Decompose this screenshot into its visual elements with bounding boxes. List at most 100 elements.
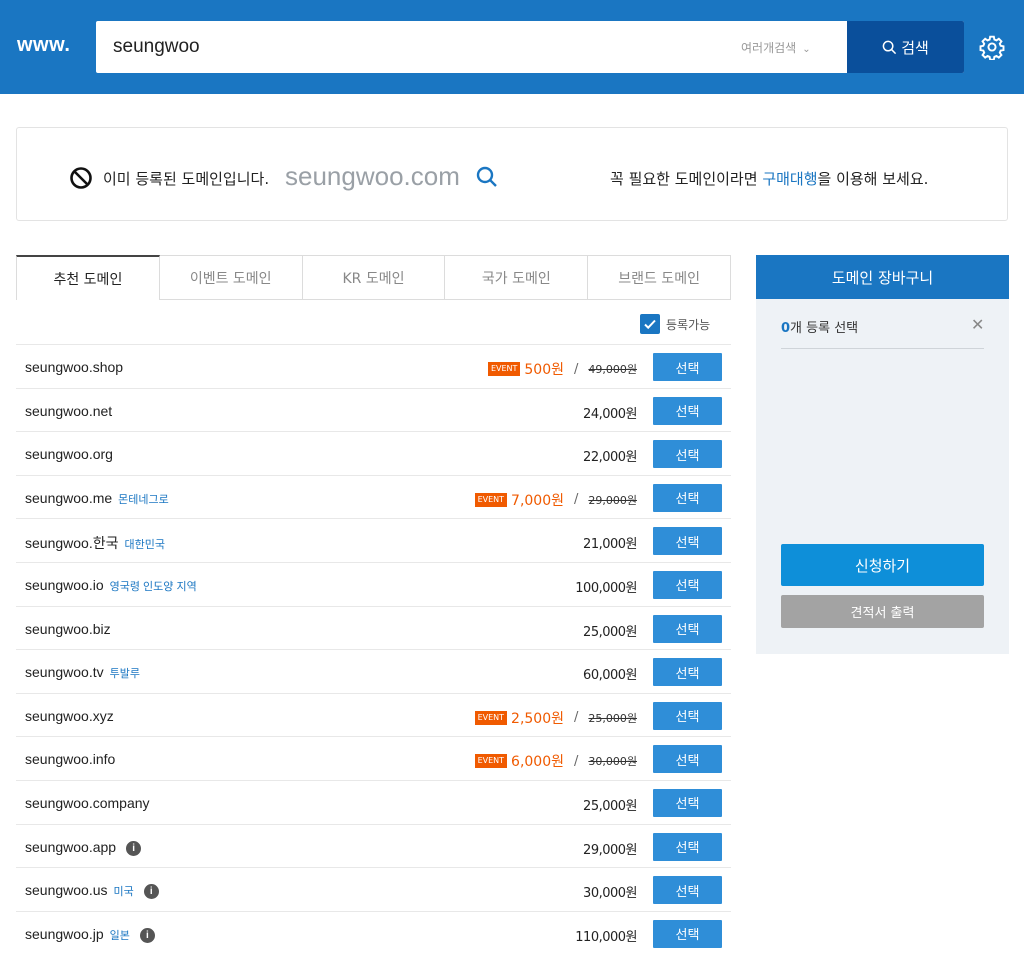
price-area: 24,000원 (583, 403, 637, 422)
domain-region: 미국 (113, 886, 134, 899)
domain-row: seungwoo.tv 투발루 60,000원 선택 (16, 649, 731, 693)
select-button[interactable]: 선택 (653, 788, 722, 817)
www-prefix: www. (17, 34, 71, 56)
check-icon (644, 319, 656, 330)
price-area: EVENT 500원 / 49,000원 (487, 359, 637, 379)
price: 60,000원 (583, 668, 637, 684)
multi-search-dropdown[interactable]: 여러개검색 ⌄ (741, 39, 811, 56)
domain-name-cell: seungwoo.xyz (25, 708, 114, 724)
domain-name-cell: seungwoo.org (25, 446, 113, 462)
domain-name: seungwoo.한국 (25, 535, 119, 552)
domain-name: seungwoo.me (25, 489, 113, 506)
cart-count-suffix: 개 등록 선택 (790, 321, 859, 336)
domain-name: seungwoo.xyz (25, 707, 114, 724)
price-area: 22,000원 (583, 446, 637, 465)
price-area: 100,000원 (575, 577, 637, 596)
event-badge: EVENT (487, 362, 521, 376)
select-button[interactable]: 선택 (653, 440, 722, 469)
multi-search-label: 여러개검색 (741, 41, 797, 55)
select-button[interactable]: 선택 (653, 527, 722, 556)
tab-recommended[interactable]: 추천 도메인 (16, 255, 160, 300)
info-icon[interactable]: i (139, 927, 155, 943)
close-icon[interactable]: ✕ (971, 315, 984, 334)
search-button[interactable]: 검색 (847, 21, 964, 73)
original-price: 29,000원 (588, 493, 637, 507)
domain-row: seungwoo.org 22,000원 선택 (16, 431, 731, 475)
price-area: 21,000원 (583, 533, 637, 552)
tab-event[interactable]: 이벤트 도메인 (159, 255, 303, 300)
domain-region: 투발루 (109, 668, 140, 681)
select-button[interactable]: 선택 (653, 658, 722, 687)
print-quote-button[interactable]: 견적서 출력 (781, 595, 984, 628)
price-area: 25,000원 (583, 621, 637, 640)
price-separator: / (574, 753, 579, 769)
price: 25,000원 (583, 624, 637, 640)
gear-icon[interactable] (979, 34, 1005, 60)
original-price: 49,000원 (588, 363, 637, 376)
domain-name: seungwoo.tv (25, 664, 104, 681)
domain-row: seungwoo.me 몬테네그로 EVENT 7,000원 / 29,000원 선택 (16, 474, 731, 519)
search-icon (882, 40, 897, 54)
cart-title: 도메인 장바구니 (756, 255, 1009, 299)
search-icon[interactable] (475, 165, 499, 189)
domain-row: seungwoo.info EVENT 6,000원 / 30,000원 선택 (16, 736, 731, 780)
domain-name-cell: seungwoo.us 미국 i (25, 882, 159, 900)
domain-name: seungwoo.biz (25, 620, 111, 637)
event-badge: EVENT (474, 492, 508, 507)
cart-divider (781, 348, 984, 349)
original-price: 30,000원 (588, 755, 637, 769)
domain-row: seungwoo.xyz EVENT 2,500원 / 25,000원 선택 (16, 692, 731, 737)
tab-kr[interactable]: KR 도메인 (302, 255, 446, 300)
tab-country[interactable]: 국가 도메인 (445, 255, 589, 300)
info-icon[interactable]: i (143, 884, 159, 900)
domain-name-cell: seungwoo.jp 일본 i (25, 926, 155, 943)
tab-brand[interactable]: 브랜드 도메인 (588, 255, 731, 300)
price-separator: / (574, 492, 579, 508)
select-button[interactable]: 선택 (653, 570, 722, 599)
price-separator: / (574, 710, 579, 726)
price: 25,000원 (583, 798, 637, 814)
cart-count: 0개 등록 선택 (781, 317, 858, 336)
purchase-agent-link[interactable]: 구매대행 (762, 170, 817, 188)
domain-name: seungwoo.us (25, 882, 108, 899)
domain-name: seungwoo.company (25, 794, 150, 811)
original-price: 25,000원 (588, 711, 637, 725)
domain-name-cell: seungwoo.company (25, 795, 150, 811)
domain-row: seungwoo.shop EVENT 500원 / 49,000원 선택 (16, 344, 731, 388)
domain-name: seungwoo.info (25, 751, 116, 768)
price-area: 110,000원 (575, 926, 637, 945)
domain-name-cell: seungwoo.app i (25, 839, 142, 856)
select-button[interactable]: 선택 (653, 396, 722, 425)
event-price: 6,000원 (511, 754, 564, 771)
price-area: 30,000원 (583, 882, 637, 901)
domain-name: seungwoo.net (25, 402, 113, 419)
select-button[interactable]: 선택 (653, 483, 722, 512)
domain-name-cell: seungwoo.biz (25, 621, 111, 637)
domain-name-cell: seungwoo.io 영국령 인도양 지역 (25, 577, 197, 594)
domain-row: seungwoo.company 25,000원 선택 (16, 779, 731, 824)
ban-icon (70, 167, 92, 189)
top-bar: www. 여러개검색 ⌄ 검색 (0, 0, 1024, 94)
info-icon[interactable]: i (126, 840, 142, 856)
available-checkbox[interactable] (640, 314, 660, 334)
search-button-label: 검색 (901, 38, 929, 57)
domain-row: seungwoo.한국 대한민국 21,000원 선택 (16, 518, 731, 562)
select-button[interactable]: 선택 (653, 832, 722, 861)
domain-region: 몬테네그로 (118, 493, 169, 506)
search-input[interactable] (113, 32, 713, 62)
available-filter[interactable]: 등록가능 (640, 314, 710, 334)
select-button[interactable]: 선택 (653, 614, 722, 643)
select-button[interactable]: 선택 (653, 353, 722, 381)
domain-list: seungwoo.shop EVENT 500원/49,000원 선택 seungwoo… (16, 344, 731, 954)
price-area: EVENT 7,000원 / 29,000원 (474, 490, 637, 510)
select-button[interactable]: 선택 (653, 876, 722, 905)
domain-row: seungwoo.net 24,000원 선택 (16, 387, 731, 432)
apply-button[interactable]: 신청하기 (781, 544, 984, 586)
select-button[interactable]: 선택 (653, 919, 722, 948)
select-button[interactable]: 선택 (653, 701, 722, 730)
notice-text-post: 을 이용해 보세요. (817, 170, 929, 188)
select-button[interactable]: 선택 (653, 745, 722, 774)
price: 30,000원 (583, 886, 637, 902)
domain-cart: 도메인 장바구니 0개 등록 선택 ✕ 신청하기 견적서 출력 (756, 255, 1009, 654)
domain-name-cell: seungwoo.shop (25, 359, 123, 375)
